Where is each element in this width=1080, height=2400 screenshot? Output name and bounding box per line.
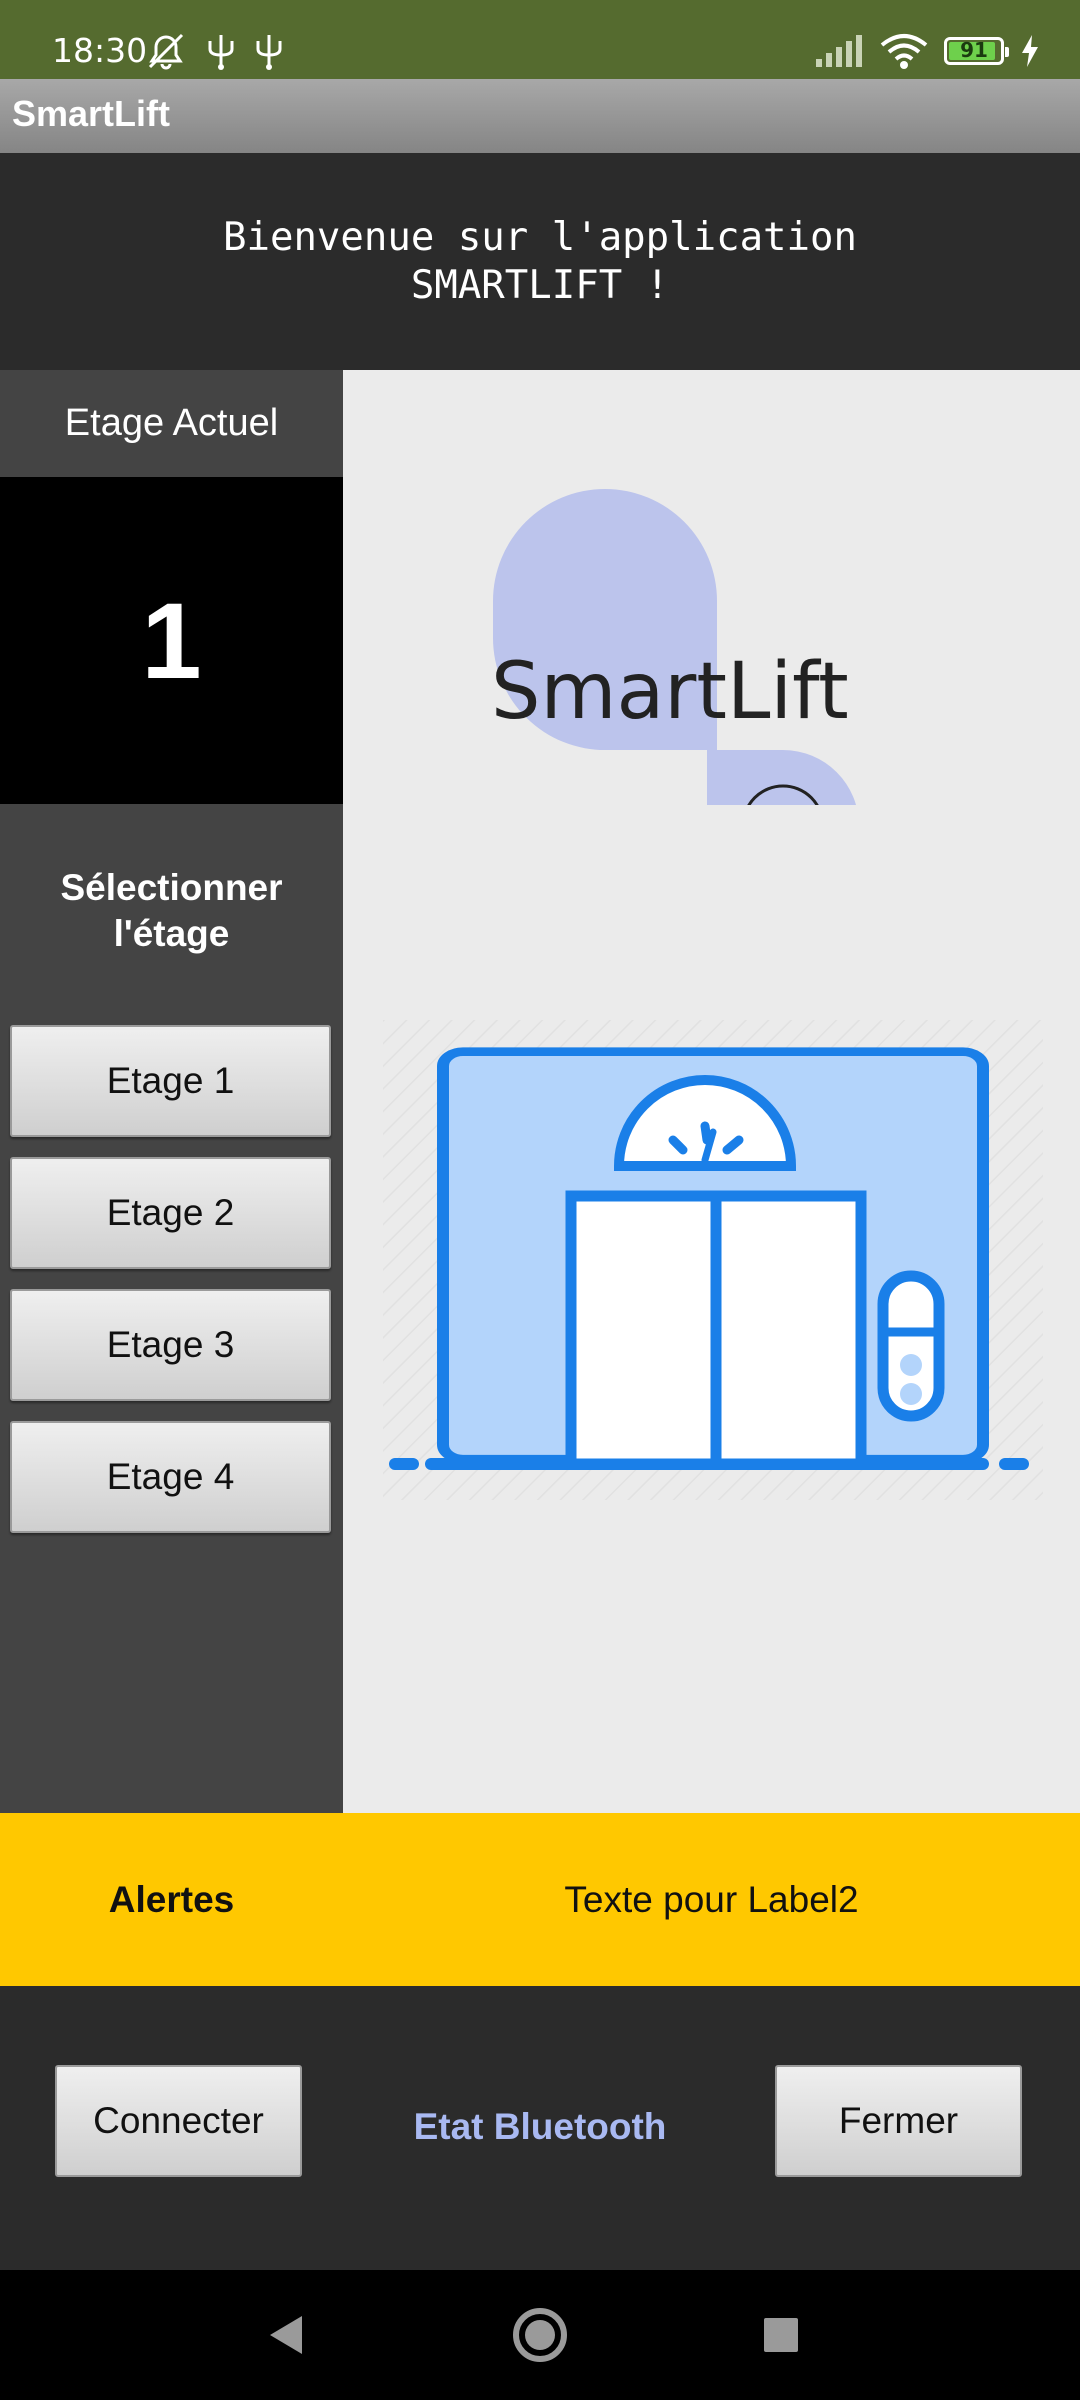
status-left-icons	[142, 30, 286, 72]
recents-icon[interactable]	[761, 2315, 801, 2355]
logo-text: SmartLift	[491, 647, 849, 737]
battery-icon: 91	[944, 37, 1009, 65]
home-icon[interactable]	[510, 2305, 570, 2365]
bluetooth-status: Etat Bluetooth	[413, 2106, 667, 2147]
floor-panel: Etage Actuel 1 Sélectionner l'étage Etag…	[0, 370, 343, 1813]
welcome-banner: Bienvenue sur l'application SMARTLIFT !	[0, 153, 1080, 370]
select-floor-label-line-1: Sélectionner	[60, 867, 283, 908]
back-icon[interactable]	[264, 2312, 308, 2358]
status-right-icons: 91	[814, 30, 1040, 72]
bottom-controls: Connecter Etat Bluetooth Fermer	[0, 1986, 1080, 2270]
navigation-bar	[0, 2270, 1080, 2400]
battery-percent: 91	[960, 38, 988, 62]
charging-icon	[1022, 35, 1038, 67]
close-button[interactable]: Fermer	[775, 2065, 1022, 2177]
image-panel: SmartLift	[343, 370, 1080, 1813]
select-floor-label: Sélectionner l'étage	[0, 865, 343, 957]
app-title: SmartLift	[12, 93, 171, 134]
battery-tip	[1005, 47, 1009, 57]
welcome-line-2: SMARTLIFT !	[410, 262, 670, 308]
usb-icon	[256, 35, 282, 70]
alerts-text: Texte pour Label2	[564, 1878, 859, 1920]
mute-icon	[148, 33, 184, 70]
current-floor-label: Etage Actuel	[64, 402, 279, 444]
status-time: 18:30	[52, 31, 148, 70]
floor-3-button[interactable]: Etage 3	[10, 1289, 331, 1401]
alerts-label: Alertes	[108, 1878, 235, 1920]
signal-icon	[816, 35, 862, 67]
smartlift-logo: SmartLift	[491, 489, 857, 805]
floor-2-button[interactable]: Etage 2	[10, 1157, 331, 1269]
action-bar: SmartLift	[0, 79, 1080, 153]
select-floor-label-line-2: l'étage	[113, 913, 230, 954]
floor-1-button[interactable]: Etage 1	[10, 1025, 331, 1137]
current-floor-value: 1	[0, 477, 343, 804]
connect-button[interactable]: Connecter	[55, 2065, 302, 2177]
alert-bar: Alertes Texte pour Label2	[0, 1813, 1080, 1986]
floor-4-button[interactable]: Etage 4	[10, 1421, 331, 1533]
wifi-icon	[880, 34, 928, 69]
welcome-line-1: Bienvenue sur l'application	[223, 214, 857, 260]
status-bar: 18:30 91	[0, 0, 1080, 79]
app-screen: 18:30 91 SmartLift Bienvenue sur l'appli…	[0, 0, 1080, 2400]
usb-icon	[208, 35, 234, 70]
elevator-icon	[383, 1020, 1043, 1500]
